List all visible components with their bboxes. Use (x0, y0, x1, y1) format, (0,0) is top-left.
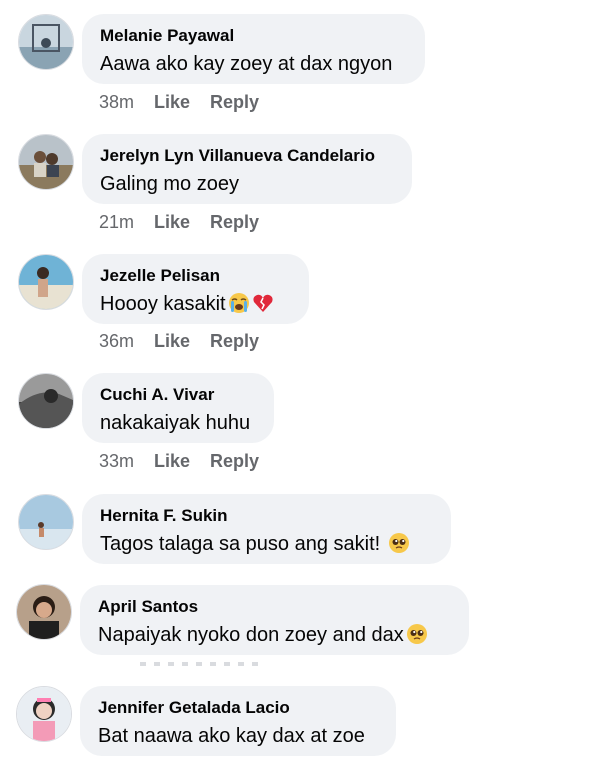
commenter-name[interactable]: Hernita F. Sukin (100, 505, 433, 527)
comment-bubble: Cuchi A. Vivar nakakaiyak huhu (82, 373, 274, 443)
avatar[interactable] (18, 494, 74, 550)
like-button[interactable]: Like (154, 212, 190, 233)
broken-heart-icon (253, 294, 273, 312)
comment-time[interactable]: 36m (99, 331, 134, 352)
avatar[interactable] (18, 14, 74, 70)
comment-actions: 36m Like Reply (99, 331, 279, 352)
pleading-face-icon (406, 624, 427, 644)
comment-bubble: April Santos Napaiyak nyoko don zoey and… (80, 585, 469, 655)
comment-text-content: Napaiyak nyoko don zoey and dax (98, 624, 404, 646)
comment-time[interactable]: 21m (99, 212, 134, 233)
comment-actions: 21m Like Reply (99, 212, 279, 233)
commenter-name[interactable]: Jerelyn Lyn Villanueva Candelario (100, 145, 394, 167)
commenter-name[interactable]: Cuchi A. Vivar (100, 384, 256, 406)
reply-button[interactable]: Reply (210, 451, 259, 472)
reply-button[interactable]: Reply (210, 92, 259, 113)
commenter-name[interactable]: Jennifer Getalada Lacio (98, 697, 378, 719)
pleading-face-icon (388, 533, 409, 553)
comment-text: Bat naawa ako kay dax at zoe (98, 725, 365, 747)
comment-bubble: Jezelle Pelisan Hoooy kasakit (82, 254, 309, 324)
comment-bubble: Jerelyn Lyn Villanueva Candelario Galing… (82, 134, 412, 204)
crying-face-icon (228, 293, 249, 313)
avatar[interactable] (16, 686, 72, 742)
comment-text: Tagos talaga sa puso ang sakit! (100, 531, 433, 557)
comment-text: Aawa ako kay zoey at dax ngyon (100, 53, 393, 75)
comment-time[interactable]: 38m (99, 92, 134, 113)
comment-text: Napaiyak nyoko don zoey and dax (98, 622, 451, 648)
comment-text: Hoooy kasakit (100, 291, 291, 317)
comment-bubble: Hernita F. Sukin Tagos talaga sa puso an… (82, 494, 451, 564)
avatar[interactable] (18, 134, 74, 190)
comment-bubble: Melanie Payawal Aawa ako kay zoey at dax… (82, 14, 425, 84)
avatar[interactable] (18, 254, 74, 310)
commenter-name[interactable]: Jezelle Pelisan (100, 265, 291, 287)
comment-actions: 33m Like Reply (99, 451, 279, 472)
reply-button[interactable]: Reply (210, 212, 259, 233)
like-button[interactable]: Like (154, 451, 190, 472)
reply-button[interactable]: Reply (210, 331, 259, 352)
comment-text-content: Hoooy kasakit (100, 293, 226, 315)
comment-actions: 38m Like Reply (99, 92, 279, 113)
comment-text: nakakaiyak huhu (100, 412, 251, 434)
comment-text: Galing mo zoey (100, 173, 239, 195)
avatar[interactable] (18, 373, 74, 429)
commenter-name[interactable]: April Santos (98, 596, 451, 618)
typing-indicator (140, 662, 260, 666)
comment-text-content: Tagos talaga sa puso ang sakit! (100, 533, 381, 555)
commenter-name[interactable]: Melanie Payawal (100, 25, 407, 47)
comment-time[interactable]: 33m (99, 451, 134, 472)
avatar[interactable] (16, 584, 72, 640)
like-button[interactable]: Like (154, 92, 190, 113)
like-button[interactable]: Like (154, 331, 190, 352)
comment-bubble: Jennifer Getalada Lacio Bat naawa ako ka… (80, 686, 396, 756)
